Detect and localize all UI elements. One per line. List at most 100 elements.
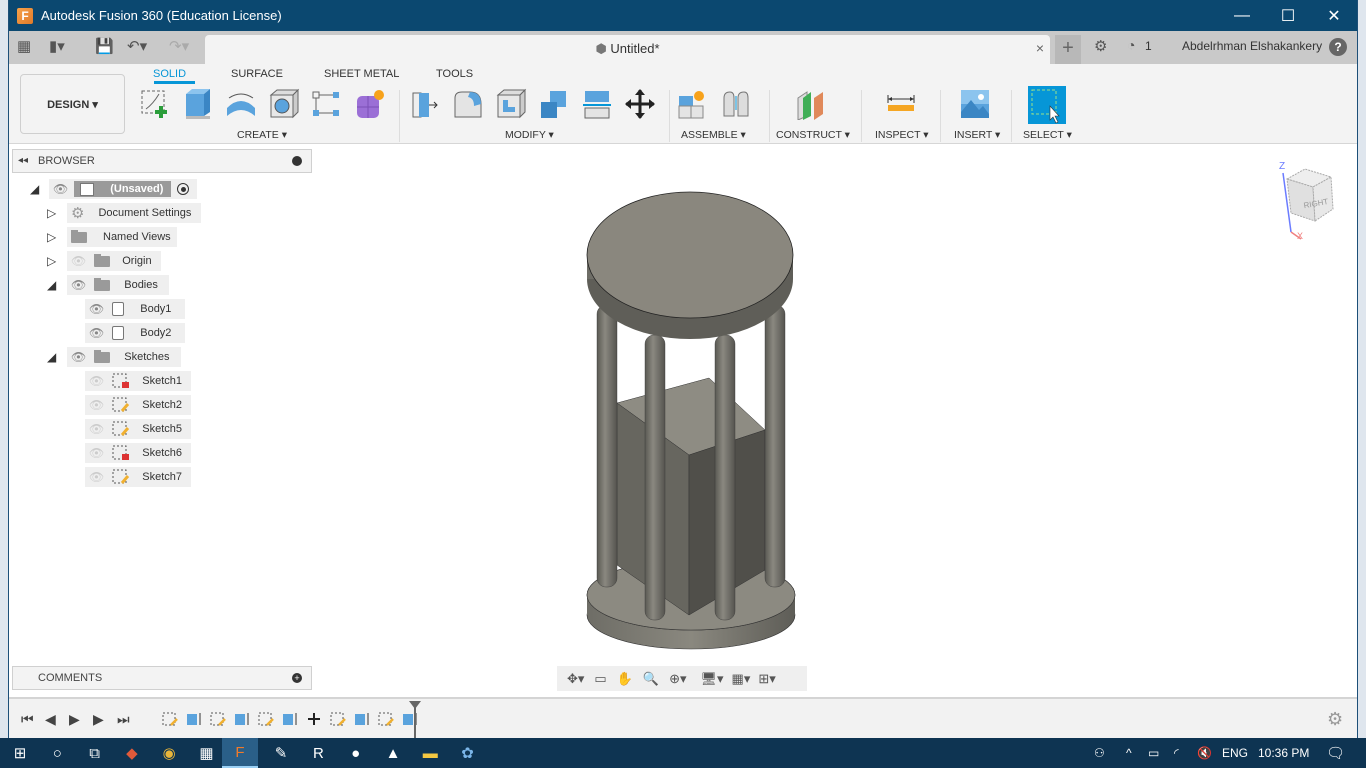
taskbar-calculator-app-icon[interactable]: ▦ <box>198 744 216 762</box>
hidden-icon[interactable]: 👁 <box>89 470 104 484</box>
visibility-icon[interactable]: 👁 <box>89 326 104 340</box>
wifi-icon[interactable]: ◜ <box>1174 746 1179 760</box>
taskbar-game-app-icon[interactable]: ◆ <box>123 744 141 762</box>
assemble-menu[interactable]: ASSEMBLE ▾ <box>681 129 746 141</box>
document-tab[interactable]: ⬢ Untitled* × <box>205 35 1050 64</box>
help-icon[interactable]: ? <box>1329 38 1347 56</box>
tab-solid[interactable]: SOLID <box>153 68 186 80</box>
close-tab-icon[interactable]: × <box>1036 40 1044 56</box>
file-menu-icon[interactable]: ▮▾ <box>49 39 65 55</box>
canvas-viewport[interactable]: ◂◂ BROWSER ◢ 👁 (Unsaved) ▷ ⚙ Document Se… <box>9 145 1357 695</box>
step-forward-icon[interactable]: ▶ <box>93 711 104 728</box>
expand-icon[interactable]: ▷ <box>47 230 56 244</box>
tree-item-sketch[interactable]: 👁 Sketch7 <box>85 467 191 487</box>
tree-item-sketch[interactable]: 👁 Sketch1 <box>85 371 191 391</box>
tree-item-body[interactable]: 👁 Body1 <box>85 299 185 319</box>
fillet-icon[interactable] <box>452 88 484 120</box>
taskbar-editor-app-icon[interactable]: ✎ <box>272 744 290 762</box>
shell-icon[interactable] <box>495 88 527 120</box>
taskbar-fusion360-icon[interactable]: F <box>222 738 258 768</box>
grid-icon[interactable]: ▦▾ <box>732 671 751 687</box>
viewcube[interactable]: Z X RIGHT <box>1271 157 1341 242</box>
move-copy-icon[interactable] <box>624 88 656 120</box>
joint-icon[interactable] <box>720 88 752 120</box>
inspect-menu[interactable]: INSPECT ▾ <box>875 129 929 141</box>
extrude-icon[interactable] <box>182 88 214 120</box>
tree-item-document-settings[interactable]: ⚙ Document Settings <box>67 203 201 223</box>
pattern-icon[interactable] <box>311 88 343 120</box>
play-icon[interactable]: ▶ <box>69 711 80 728</box>
maximize-button[interactable]: ☐ <box>1265 0 1311 31</box>
add-comment-icon[interactable]: + <box>292 673 302 683</box>
language-indicator[interactable]: ENG <box>1222 746 1248 760</box>
tree-item-named-views[interactable]: Named Views <box>67 227 177 247</box>
taskbar-chrome-icon[interactable]: ◉ <box>160 744 178 762</box>
tree-item-sketch[interactable]: 👁 Sketch2 <box>85 395 191 415</box>
timeline-sketch-icon[interactable] <box>378 712 394 726</box>
go-to-end-icon[interactable]: ⏭ <box>117 711 130 728</box>
tree-item-sketch[interactable]: 👁 Sketch6 <box>85 443 191 463</box>
timeline-sketch-icon[interactable] <box>210 712 226 726</box>
visibility-icon[interactable]: 👁 <box>71 350 86 364</box>
create-sketch-icon[interactable] <box>139 88 171 120</box>
timeline-extrude-icon[interactable] <box>234 712 250 726</box>
collapse-icon[interactable]: ◢ <box>47 278 56 292</box>
show-hidden-icons-icon[interactable]: ^ <box>1126 746 1132 760</box>
hidden-icon[interactable]: 👁 <box>89 398 104 412</box>
action-center-icon[interactable]: 🗨 <box>1326 744 1345 762</box>
insert-menu[interactable]: INSERT ▾ <box>954 129 1000 141</box>
collapse-icon[interactable]: ◢ <box>47 350 56 364</box>
timeline-extrude-icon[interactable] <box>354 712 370 726</box>
orbit-icon[interactable]: ✥▾ <box>567 671 584 687</box>
apps-grid-icon[interactable]: ▦ <box>17 39 31 55</box>
taskbar-search-icon[interactable]: ○ <box>48 744 66 762</box>
expand-root-icon[interactable]: ◢ <box>30 182 39 196</box>
taskbar-task-view-icon[interactable]: ⧉ <box>86 744 104 762</box>
job-status-icon[interactable]: ◔ <box>1127 37 1135 53</box>
split-body-icon[interactable] <box>581 88 613 120</box>
hole-icon[interactable] <box>268 88 300 120</box>
taskbar-inkscape-icon[interactable]: ▲ <box>384 744 402 762</box>
browser-collapse-toggle[interactable] <box>292 156 302 166</box>
select-menu[interactable]: SELECT ▾ <box>1023 129 1072 141</box>
hidden-icon[interactable]: 👁 <box>71 254 86 268</box>
hidden-icon[interactable]: 👁 <box>89 422 104 436</box>
combine-icon[interactable] <box>538 88 570 120</box>
create-form-icon[interactable] <box>354 88 386 120</box>
tree-item-origin[interactable]: 👁 Origin <box>67 251 161 271</box>
go-to-start-icon[interactable]: ⏮ <box>21 711 34 728</box>
insert-canvas-icon[interactable] <box>959 88 991 120</box>
timeline-sketch-icon[interactable] <box>162 712 178 726</box>
taskbar-start-icon[interactable]: ⊞ <box>11 744 29 762</box>
new-tab-button[interactable]: + <box>1055 35 1081 64</box>
timeline-sketch-icon[interactable] <box>330 712 346 726</box>
expand-icon[interactable]: ▷ <box>47 254 56 268</box>
zoom-icon[interactable]: 🔍 <box>643 671 659 687</box>
visibility-icon[interactable]: 👁 <box>89 302 104 316</box>
timeline-extrude-icon[interactable] <box>282 712 298 726</box>
display-settings-icon[interactable]: 🖥▾ <box>701 671 724 687</box>
hidden-icon[interactable]: 👁 <box>89 446 104 460</box>
user-account[interactable]: Abdelrhman Elshakankery <box>1182 39 1322 53</box>
timeline-settings-gear-icon[interactable]: ⚙ <box>1327 709 1343 730</box>
timeline-sketch-icon[interactable] <box>258 712 274 726</box>
modify-menu[interactable]: MODIFY ▾ <box>505 129 554 141</box>
tree-item-body[interactable]: 👁 Body2 <box>85 323 185 343</box>
minimize-button[interactable]: — <box>1219 0 1265 31</box>
press-pull-icon[interactable] <box>409 88 441 120</box>
tab-surface[interactable]: SURFACE <box>231 68 283 80</box>
save-icon[interactable]: 💾 <box>95 39 114 55</box>
taskbar-rhino-icon[interactable]: R <box>309 744 327 762</box>
viewports-icon[interactable]: ⊞▾ <box>758 671 775 687</box>
redo-icon[interactable]: ↷▾ <box>169 39 189 55</box>
tab-tools[interactable]: TOOLS <box>436 68 473 80</box>
visibility-icon[interactable]: 👁 <box>53 182 68 196</box>
look-at-icon[interactable]: ▭ <box>594 671 606 687</box>
select-icon[interactable] <box>1028 86 1066 124</box>
battery-icon[interactable]: ▭ <box>1148 746 1159 760</box>
step-back-icon[interactable]: ◀ <box>45 711 56 728</box>
expand-icon[interactable]: ▷ <box>47 206 56 220</box>
people-icon[interactable]: ⚇ <box>1094 746 1105 760</box>
extensions-icon[interactable]: ⚙ <box>1094 37 1107 55</box>
collapse-browser-icon[interactable]: ◂◂ <box>18 155 28 166</box>
